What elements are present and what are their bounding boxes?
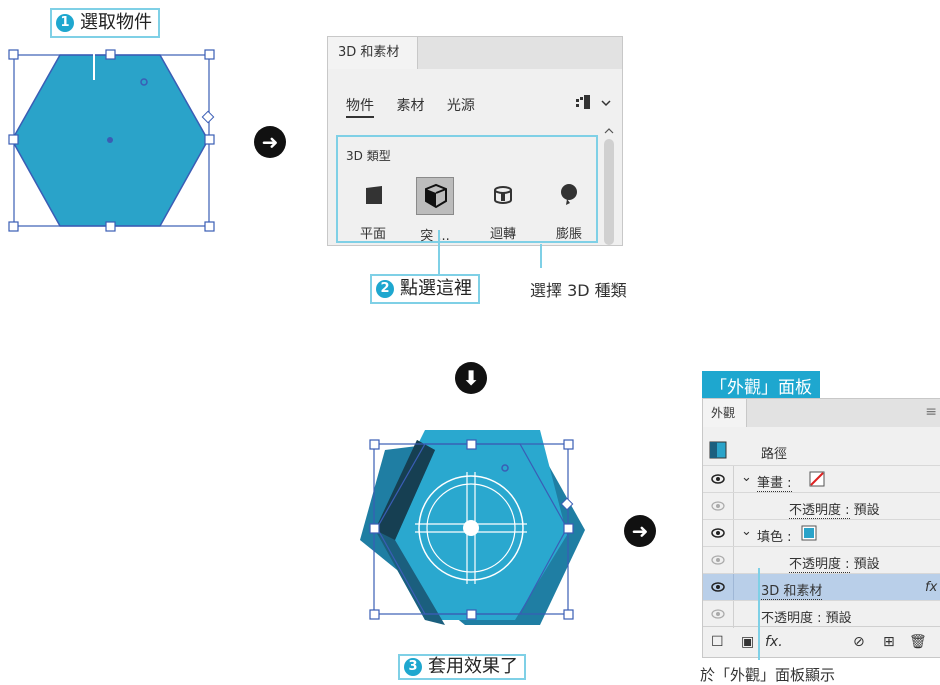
fill-swatch-icon[interactable] [801, 525, 817, 541]
connector-line [540, 244, 542, 268]
panel-menu-icon[interactable]: ≡ [925, 404, 937, 420]
opacity-label: 不透明度 : [789, 503, 850, 519]
3d-materials-effect-label[interactable]: 3D 和素材 [761, 584, 823, 600]
appearance-panel: 外觀 ≡ 路徑 ⌄ 筆畫 : 不透明度 : 預設 ⌄ 填色 : 不透明度 : 預… [702, 398, 940, 658]
flat-icon [355, 177, 391, 213]
appearance-row-stroke[interactable]: ⌄ 筆畫 : [703, 465, 940, 493]
arrow-right-icon: ➜ [254, 126, 286, 158]
appearance-row-3d-materials[interactable]: 3D 和素材 fx [703, 573, 940, 601]
tab-3d-materials[interactable]: 3D 和素材 [328, 37, 418, 69]
eye-icon[interactable] [711, 580, 725, 594]
type-revolve[interactable]: 迴轉 [478, 177, 528, 242]
path-label: 路徑 [761, 447, 788, 462]
render-preset-icon[interactable] [574, 93, 616, 113]
new-fill-icon[interactable]: ▣ [741, 634, 754, 650]
eye-icon[interactable] [711, 553, 725, 567]
trash-icon[interactable]: 🗑 [909, 634, 927, 650]
type-extrude[interactable]: 突 ... [410, 177, 460, 244]
connector-line [438, 230, 440, 274]
extrude-icon [416, 177, 454, 215]
appearance-panel-heading: 「外觀」面板 [702, 371, 820, 400]
3d-type-group: 3D 類型 平面 突 ... 迴轉 膨脹 [336, 135, 598, 244]
panel-subtabs: 物件 素材 光源 [346, 95, 493, 118]
clear-appearance-icon[interactable]: ⊘ [853, 634, 865, 650]
extruded-hexagon[interactable] [355, 420, 595, 655]
type-inflate-label: 膨脹 [555, 227, 582, 242]
type-flat[interactable]: 平面 [348, 177, 398, 242]
opacity-value: 預設 [853, 557, 880, 572]
step-label: 套用效果了 [428, 656, 518, 677]
step-label: 選取物件 [80, 12, 152, 33]
panel-tabbar: 外觀 ≡ [703, 399, 940, 427]
type-flat-label: 平面 [359, 227, 386, 242]
appearance-bottom-toolbar: ☐ ▣ fx. ⊘ ⊞ 🗑 [703, 626, 940, 657]
panel-tabbar: 3D 和素材 [328, 37, 622, 69]
subtab-light[interactable]: 光源 [447, 98, 475, 114]
step3-callout: 3 套用效果了 [398, 654, 526, 680]
panel-scrollbar[interactable] [604, 127, 614, 245]
step-number: 3 [404, 658, 422, 676]
opacity-value: 預設 [825, 611, 852, 626]
stroke-none-swatch-icon[interactable] [809, 471, 825, 487]
appearance-row-opacity[interactable]: 不透明度 : 預設 [703, 600, 940, 628]
fx-icon[interactable]: fx [925, 580, 937, 595]
appearance-row-opacity[interactable]: 不透明度 : 預設 [703, 492, 940, 520]
appearance-row-opacity[interactable]: 不透明度 : 預設 [703, 546, 940, 574]
appearance-row-path[interactable]: 路徑 [703, 437, 940, 464]
eye-icon[interactable] [711, 607, 725, 621]
type-extrude-label: 突 ... [420, 229, 450, 244]
appearance-row-fill[interactable]: ⌄ 填色 : [703, 519, 940, 547]
subtab-object[interactable]: 物件 [346, 98, 374, 118]
appearance-note: 於「外觀」面板顯示 [700, 666, 836, 684]
step2-callout: 2 點選這裡 [370, 274, 480, 304]
revolve-icon [485, 177, 521, 213]
eye-icon[interactable] [711, 472, 725, 486]
step-number: 1 [56, 14, 74, 32]
connector-line [758, 568, 760, 660]
3d-type-label: 3D 類型 [346, 149, 391, 163]
inflate-icon [551, 177, 587, 213]
subtab-material[interactable]: 素材 [396, 98, 424, 114]
arrow-right-icon: ➜ [624, 515, 656, 547]
step1-callout: 1 選取物件 [50, 8, 160, 38]
fill-label: 填色 : [757, 530, 792, 545]
step-label: 點選這裡 [400, 278, 472, 299]
path-thumbnail-icon [709, 441, 727, 459]
3d-materials-panel: 3D 和素材 物件 素材 光源 3D 類型 平面 突 ... 迴轉 膨脹 [327, 36, 623, 246]
duplicate-item-icon[interactable]: ⊞ [883, 634, 895, 650]
chevron-down-icon[interactable]: ⌄ [741, 524, 752, 539]
tab-appearance[interactable]: 外觀 [703, 399, 747, 427]
choose-3d-type-note: 選擇 3D 種類 [530, 281, 627, 300]
opacity-value: 預設 [853, 503, 880, 518]
arrow-down-icon: ⬇ [455, 362, 487, 394]
new-stroke-icon[interactable]: ☐ [711, 634, 724, 650]
opacity-label: 不透明度 : [789, 557, 850, 573]
opacity-label: 不透明度 : [761, 611, 822, 627]
step-number: 2 [376, 280, 394, 298]
type-revolve-label: 迴轉 [489, 227, 516, 242]
eye-icon[interactable] [711, 499, 725, 513]
eye-icon[interactable] [711, 526, 725, 540]
add-effect-icon[interactable]: fx. [765, 634, 783, 650]
chevron-down-icon[interactable]: ⌄ [741, 470, 752, 485]
type-inflate[interactable]: 膨脹 [544, 177, 594, 242]
stroke-label: 筆畫 : [757, 476, 792, 492]
